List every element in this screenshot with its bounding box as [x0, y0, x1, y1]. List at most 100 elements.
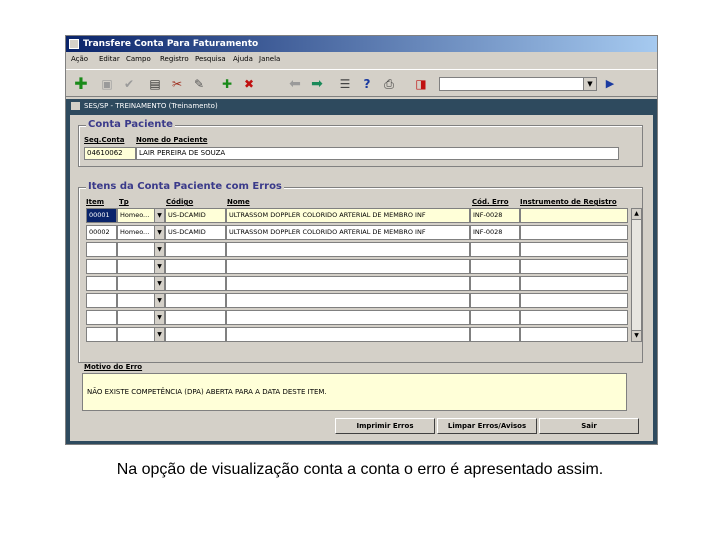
row2-item[interactable]: 00002 [86, 225, 117, 240]
chevron-down-icon[interactable]: ▼ [154, 311, 164, 324]
play-right-icon[interactable]: ▶ [601, 75, 619, 93]
empty-row-nome[interactable] [226, 276, 470, 291]
arrow-right-icon[interactable]: ➡ [308, 75, 326, 93]
chevron-down-icon[interactable]: ▼ [583, 78, 596, 90]
imprimir-erros-button[interactable]: Imprimir Erros [335, 418, 435, 434]
toolbar-dropdown[interactable]: ▼ [439, 77, 597, 91]
empty-row-tp[interactable]: ▼ [117, 259, 165, 274]
empty-row-nome[interactable] [226, 327, 470, 342]
empty-row-nome[interactable] [226, 242, 470, 257]
empty-row-instrumento[interactable] [520, 327, 628, 342]
empty-row-cod-erro[interactable] [470, 310, 520, 325]
row2-instrumento[interactable] [520, 225, 628, 240]
chevron-down-icon[interactable]: ▼ [154, 260, 164, 273]
inner-window-titlebar[interactable]: SES/SP - TREINAMENTO (Treinamento) [66, 99, 657, 113]
empty-row-tp[interactable]: ▼ [117, 310, 165, 325]
empty-row-tp[interactable]: ▼ [117, 327, 165, 342]
menu-acao[interactable]: Ação [71, 52, 88, 67]
row2-cod-erro[interactable]: INF-0028 [470, 225, 520, 240]
row1-item[interactable]: 00001 [86, 208, 117, 223]
save-disk-icon[interactable]: ▣ [98, 75, 116, 93]
empty-row-nome[interactable] [226, 259, 470, 274]
menu-campo[interactable]: Campo [126, 52, 151, 67]
help-question-icon[interactable]: ? [358, 75, 376, 93]
col-codigo-header: Código [166, 198, 194, 206]
row2-tp-value: Homeo... [120, 228, 150, 236]
tools-icon[interactable]: ✂ [168, 75, 186, 93]
menu-bar: Ação Editar Campo Registro Pesquisa Ajud… [66, 52, 657, 67]
empty-row-codigo[interactable] [165, 276, 226, 291]
edit-pencil-icon[interactable]: ✎ [190, 75, 208, 93]
nome-paciente-field[interactable]: LAIR PEREIRA DE SOUZA [136, 147, 619, 160]
add-green-cross-icon[interactable]: ✚ [72, 75, 90, 93]
menu-editar[interactable]: Editar [99, 52, 120, 67]
empty-row-codigo[interactable] [165, 259, 226, 274]
items-scrollbar[interactable]: ▲ ▼ [631, 208, 642, 342]
empty-row-codigo[interactable] [165, 310, 226, 325]
empty-row-instrumento[interactable] [520, 259, 628, 274]
row1-nome[interactable]: ULTRASSOM DOPPLER COLORIDO ARTERIAL DE M… [226, 208, 470, 223]
empty-row-instrumento[interactable] [520, 276, 628, 291]
empty-row-codigo[interactable] [165, 293, 226, 308]
scroll-up-icon[interactable]: ▲ [632, 209, 641, 220]
empty-row-cod-erro[interactable] [470, 242, 520, 257]
chevron-down-icon[interactable]: ▼ [154, 277, 164, 290]
inner-window-title: SES/SP - TREINAMENTO (Treinamento) [84, 102, 218, 110]
empty-row-item[interactable] [86, 293, 117, 308]
col-nome-header: Nome [227, 198, 250, 206]
printer-icon[interactable]: ⎙ [380, 75, 398, 93]
menu-pesquisa[interactable]: Pesquisa [195, 52, 226, 67]
check-icon[interactable]: ✔ [120, 75, 138, 93]
chevron-down-icon[interactable]: ▼ [154, 328, 164, 341]
chevron-down-icon[interactable]: ▼ [154, 209, 164, 222]
empty-row-cod-erro[interactable] [470, 259, 520, 274]
empty-row-item[interactable] [86, 259, 117, 274]
motivo-erro-field[interactable]: NÃO EXISTE COMPETÊNCIA (DPA) ABERTA PARA… [82, 373, 627, 411]
chevron-down-icon[interactable]: ▼ [154, 243, 164, 256]
inner-window-icon [71, 102, 80, 110]
insert-record-icon[interactable]: ✚ [218, 75, 236, 93]
sair-button[interactable]: Sair [539, 418, 639, 434]
scroll-down-icon[interactable]: ▼ [632, 330, 641, 341]
col-item-header: Item [86, 198, 104, 206]
row2-tp[interactable]: Homeo... ▼ [117, 225, 165, 240]
empty-row-cod-erro[interactable] [470, 327, 520, 342]
list-icon[interactable]: ☰ [336, 75, 354, 93]
row1-instrumento[interactable] [520, 208, 628, 223]
empty-row-instrumento[interactable] [520, 242, 628, 257]
empty-row-tp[interactable]: ▼ [117, 293, 165, 308]
row1-codigo[interactable]: US-DCAMID [165, 208, 226, 223]
empty-row-nome[interactable] [226, 310, 470, 325]
menu-registro[interactable]: Registro [160, 52, 189, 67]
empty-row-item[interactable] [86, 310, 117, 325]
menu-ajuda[interactable]: Ajuda [233, 52, 253, 67]
empty-row-instrumento[interactable] [520, 310, 628, 325]
chevron-down-icon[interactable]: ▼ [154, 294, 164, 307]
empty-row-item[interactable] [86, 242, 117, 257]
delete-record-icon[interactable]: ✖ [240, 75, 258, 93]
print-preview-icon[interactable]: ▤ [146, 75, 164, 93]
empty-row-tp[interactable]: ▼ [117, 276, 165, 291]
empty-row-codigo[interactable] [165, 242, 226, 257]
row2-nome[interactable]: ULTRASSOM DOPPLER COLORIDO ARTERIAL DE M… [226, 225, 470, 240]
chevron-down-icon[interactable]: ▼ [154, 226, 164, 239]
empty-row-instrumento[interactable] [520, 293, 628, 308]
empty-row-tp[interactable]: ▼ [117, 242, 165, 257]
limpar-erros-button[interactable]: Limpar Erros/Avisos [437, 418, 537, 434]
exit-door-icon[interactable]: ◨ [412, 75, 430, 93]
row1-tp[interactable]: Homeo... ▼ [117, 208, 165, 223]
menu-janela[interactable]: Janela [259, 52, 280, 67]
window-titlebar[interactable]: Transfere Conta Para Faturamento [66, 36, 657, 52]
empty-row-codigo[interactable] [165, 327, 226, 342]
seq-conta-field[interactable]: 04610062 [84, 147, 136, 160]
nome-paciente-label: Nome do Paciente [136, 136, 208, 144]
arrow-left-icon[interactable]: ⬅ [286, 75, 304, 93]
row2-codigo[interactable]: US-DCAMID [165, 225, 226, 240]
row1-cod-erro[interactable]: INF-0028 [470, 208, 520, 223]
empty-row-cod-erro[interactable] [470, 293, 520, 308]
empty-row-cod-erro[interactable] [470, 276, 520, 291]
empty-row-item[interactable] [86, 327, 117, 342]
empty-row-item[interactable] [86, 276, 117, 291]
toolbar: ✚ ▣ ✔ ▤ ✂ ✎ ✚ ✖ ⬅ ➡ ☰ ? ⎙ ◨ ▼ ▶ [66, 69, 657, 97]
empty-row-nome[interactable] [226, 293, 470, 308]
